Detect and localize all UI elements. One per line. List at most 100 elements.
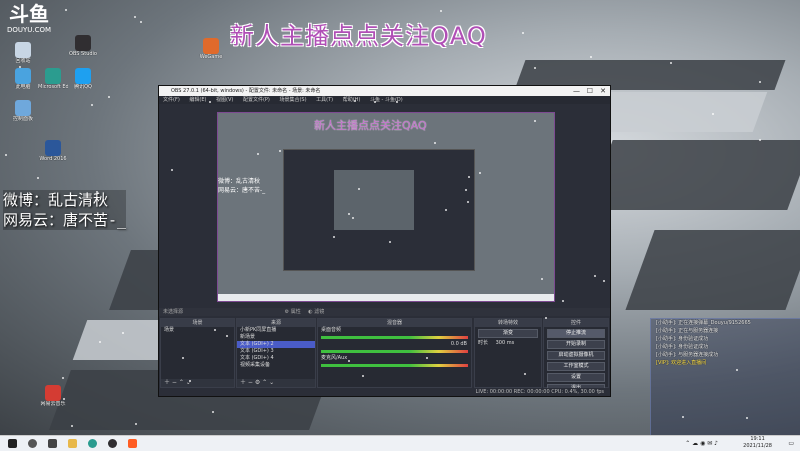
source-item[interactable]: 小新PK同屏直播 (237, 327, 315, 334)
desktop-icon-qq[interactable]: 腾讯QQ (68, 68, 98, 90)
preview-overlay-line: 微博：乱古清秋 (218, 178, 261, 185)
taskbar: ⌃ ☁ ◉ ✉ ♪ 19:11 2021/11/28 ▭ (0, 435, 800, 451)
duration-input[interactable]: 300 ms (496, 340, 515, 346)
snowflake (134, 16, 136, 18)
snowflake (759, 139, 761, 141)
maximize-icon[interactable]: ☐ (587, 86, 593, 96)
tray-icons[interactable]: ⌃ ☁ ◉ ✉ ♪ (685, 440, 718, 447)
word-icon (45, 140, 61, 156)
preview-overlay-line: 网易云：唐不苦-_ (218, 187, 266, 194)
sources-footer: ＋ − ⚙ ⌃ ⌄ (237, 379, 315, 387)
menu-file[interactable]: 文件(F) (163, 97, 180, 103)
snowflake (19, 66, 21, 68)
snowflake (682, 416, 684, 418)
desktop-icon-obs[interactable]: OBS Studio (68, 35, 98, 57)
filters-button[interactable]: ◐ 滤镜 (308, 309, 324, 315)
scenes-header: 场景 (161, 319, 234, 327)
obs-icon (75, 35, 91, 51)
settings-button[interactable]: 设置 (547, 373, 605, 382)
source-item-selected[interactable]: 文本 (GDI+) 2 (237, 341, 315, 348)
scene-item[interactable]: 场景 (161, 327, 234, 334)
snowflake (541, 278, 543, 280)
menu-edit[interactable]: 编辑(E) (189, 97, 206, 103)
properties-button[interactable]: ⚙ 属性 (285, 309, 301, 315)
computer-icon (15, 68, 31, 84)
edge-icon[interactable] (88, 439, 97, 448)
logo-sub: DOUYU.COM (6, 26, 52, 34)
virtual-camera-button[interactable]: 启动虚拟摄像机 (547, 351, 605, 360)
studio-mode-button[interactable]: 工作室模式 (547, 362, 605, 371)
snowflake (389, 241, 391, 243)
desktop-icon-wegame[interactable]: WeGame (196, 38, 226, 60)
source-item[interactable]: 文本 (GDI+) 4 (237, 355, 315, 362)
douyu-icon[interactable] (128, 439, 137, 448)
transition-select[interactable]: 渐变 (478, 329, 538, 338)
menu-help[interactable]: 帮助(H) (343, 97, 361, 103)
volume-slider[interactable] (321, 350, 468, 353)
snowflake (746, 417, 748, 419)
snowflake (374, 101, 376, 103)
minimize-icon[interactable]: — (573, 86, 580, 96)
snowflake (465, 189, 467, 191)
desktop-icon-recycle[interactable]: 回收站 (8, 42, 38, 64)
snowflake (352, 217, 354, 219)
duration-label: 时长 (478, 340, 489, 346)
background-roof (625, 230, 800, 310)
mixer-dock: 混音器 桌面音频 0.0 dB 麦克风/Aux (317, 318, 472, 388)
source-item[interactable]: 视频采集设备 (237, 362, 315, 369)
snowflake (396, 101, 398, 103)
chat-overlay: [小助手]: 正在连接弹幕_Douyu/9152665 [小助手]: 正在与服务… (650, 318, 800, 435)
taskview-icon[interactable] (48, 439, 57, 448)
close-icon[interactable]: ✕ (600, 86, 606, 96)
icon-label: WeGame (199, 54, 223, 60)
clock-date: 2021/11/28 (743, 443, 772, 449)
search-icon[interactable] (28, 439, 37, 448)
streamer-banner: 新人主播点点关注QAQ (230, 22, 487, 50)
snowflake (171, 169, 173, 171)
menu-view[interactable]: 视图(V) (216, 97, 233, 103)
desktop-icon-music[interactable]: 网易云音乐 (38, 385, 68, 407)
snowflake (182, 357, 184, 359)
start-icon[interactable] (8, 439, 17, 448)
obs-icon[interactable] (108, 439, 117, 448)
clock-time: 19:11 (750, 436, 765, 442)
notification-icon[interactable]: ▭ (788, 440, 794, 447)
snowflake (65, 9, 67, 11)
snowflake (279, 150, 281, 152)
mixer-channel-name: 桌面音频 (321, 327, 342, 333)
desktop-icon-computer[interactable]: 此电脑 (8, 68, 38, 90)
system-clock[interactable]: 19:11 2021/11/28 (743, 436, 772, 450)
source-item[interactable]: 文本 (GDI+) 3 (237, 348, 315, 355)
nested-preview-inner (334, 170, 414, 230)
icon-label: 回收站 (15, 58, 31, 64)
desktop-icon-word[interactable]: Word 2016 (38, 140, 68, 162)
controls-header: 控件 (544, 319, 608, 327)
chat-line: [小助手]: 正在连接弹幕_Douyu/9152665 (656, 320, 751, 326)
start-recording-button[interactable]: 开始录制 (547, 340, 605, 349)
audio-meter (321, 364, 468, 367)
obs-titlebar[interactable]: OBS 27.0.1 (64-bit, windows) - 配置文件: 未命名… (159, 86, 610, 96)
explorer-icon[interactable] (68, 439, 77, 448)
desktop-icon-control-panel[interactable]: 控制面板 (8, 100, 38, 122)
obs-window[interactable]: OBS 27.0.1 (64-bit, windows) - 配置文件: 未命名… (158, 85, 611, 397)
music-icon (45, 385, 61, 401)
snowflake (226, 335, 228, 337)
snowflake (590, 56, 592, 58)
logo-mark: 斗鱼 (9, 2, 49, 26)
snowflake (712, 113, 714, 115)
desktop-icon-edge[interactable]: Microsoft Edge (38, 68, 68, 90)
stop-streaming-button[interactable]: 停止推流 (547, 329, 605, 338)
snowflake (348, 213, 350, 215)
menu-scene-collection[interactable]: 场景集合(S) (279, 97, 306, 103)
snowflake (479, 172, 481, 174)
obs-preview[interactable]: 新人主播点点关注QAQ 微博：乱古清秋 网易云：唐不苦-_ (217, 112, 555, 302)
sources-header: 来源 (237, 319, 315, 327)
menu-profile[interactable]: 配置文件(P) (243, 97, 270, 103)
snowflake (348, 360, 350, 362)
menu-tools[interactable]: 工具(T) (316, 97, 333, 103)
qq-icon (75, 68, 91, 84)
icon-label: OBS Studio (69, 51, 97, 57)
icon-label: 此电脑 (15, 84, 31, 90)
source-item[interactable]: 新场景 (237, 334, 315, 341)
snowflake (189, 380, 191, 382)
